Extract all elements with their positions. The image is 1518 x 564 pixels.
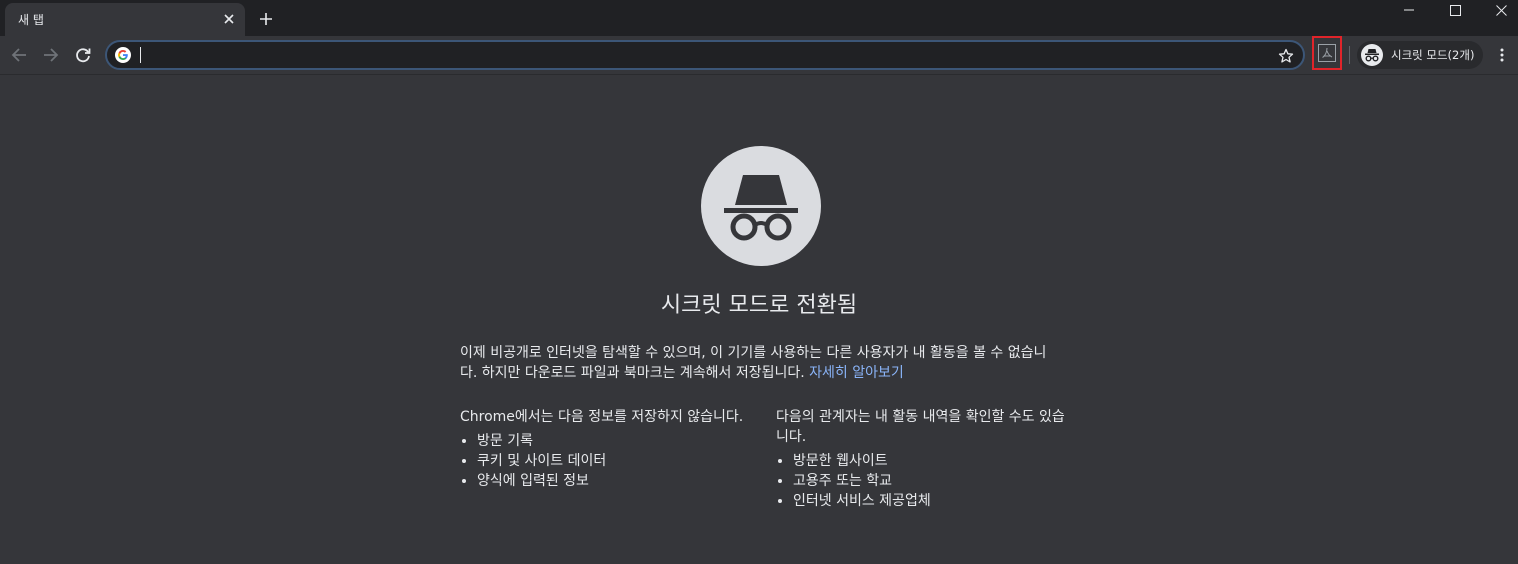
new-tab-button[interactable] [256, 9, 276, 29]
list-item: 쿠키 및 사이트 데이터 [477, 451, 750, 471]
star-icon [1278, 48, 1294, 63]
list-item: 인터넷 서비스 제공업체 [793, 491, 1066, 511]
incognito-hero-icon [701, 146, 821, 266]
not-saved-section: Chrome에서는 다음 정보를 저장하지 않습니다. 방문 기록 쿠키 및 사… [460, 407, 750, 491]
forward-button[interactable] [38, 42, 64, 68]
google-icon [115, 47, 131, 63]
minimize-button[interactable] [1386, 0, 1432, 20]
tab-new-tab[interactable]: 새 탭 [5, 3, 245, 36]
list-item: 방문 기록 [477, 431, 750, 451]
toolbar: 시크릿 모드(2개) [0, 36, 1518, 75]
learn-more-link[interactable]: 자세히 알아보기 [809, 365, 904, 381]
may-see-list: 방문한 웹사이트 고용주 또는 학교 인터넷 서비스 제공업체 [776, 451, 1066, 511]
tab-strip: 새 탭 [0, 0, 1518, 36]
list-item: 고용주 또는 학교 [793, 471, 1066, 491]
kebab-menu-icon [1500, 48, 1504, 62]
close-window-button[interactable] [1478, 0, 1518, 20]
list-item: 양식에 입력된 정보 [477, 471, 750, 491]
text-caret [140, 47, 141, 63]
address-bar[interactable] [105, 40, 1305, 70]
intro-paragraph: 이제 비공개로 인터넷을 탐색할 수 있으며, 이 기기를 사용하는 다른 사용… [460, 343, 1060, 383]
bookmark-star-button[interactable] [1277, 47, 1295, 65]
tab-title: 새 탭 [18, 13, 44, 27]
list-item: 방문한 웹사이트 [793, 451, 1066, 471]
toolbar-separator [1349, 46, 1350, 64]
maximize-button[interactable] [1432, 0, 1478, 20]
reload-icon [76, 48, 91, 63]
intro-text: 이제 비공개로 인터넷을 탐색할 수 있으며, 이 기기를 사용하는 다른 사용… [460, 345, 1047, 381]
may-see-title: 다음의 관계자는 내 활동 내역을 확인할 수도 있습니다. [776, 409, 1065, 445]
arrow-right-icon [44, 48, 59, 62]
back-button[interactable] [6, 42, 32, 68]
incognito-icon [1361, 44, 1383, 66]
tab-close-icon[interactable] [221, 11, 237, 27]
may-see-section: 다음의 관계자는 내 활동 내역을 확인할 수도 있습니다. 방문한 웹사이트 … [776, 407, 1066, 511]
not-saved-title: Chrome에서는 다음 정보를 저장하지 않습니다. [460, 409, 744, 425]
not-saved-list: 방문 기록 쿠키 및 사이트 데이터 양식에 입력된 정보 [460, 431, 750, 491]
pdf-extension-button[interactable] [1312, 36, 1342, 70]
incognito-label: 시크릿 모드(2개) [1391, 48, 1475, 62]
pdf-extension-icon [1318, 44, 1336, 62]
arrow-left-icon [11, 48, 26, 62]
menu-button[interactable] [1492, 43, 1512, 67]
incognito-profile-button[interactable]: 시크릿 모드(2개) [1357, 41, 1483, 69]
reload-button[interactable] [70, 42, 96, 68]
page-title: 시크릿 모드로 전환됨 [660, 293, 858, 318]
address-input[interactable] [139, 45, 1259, 65]
